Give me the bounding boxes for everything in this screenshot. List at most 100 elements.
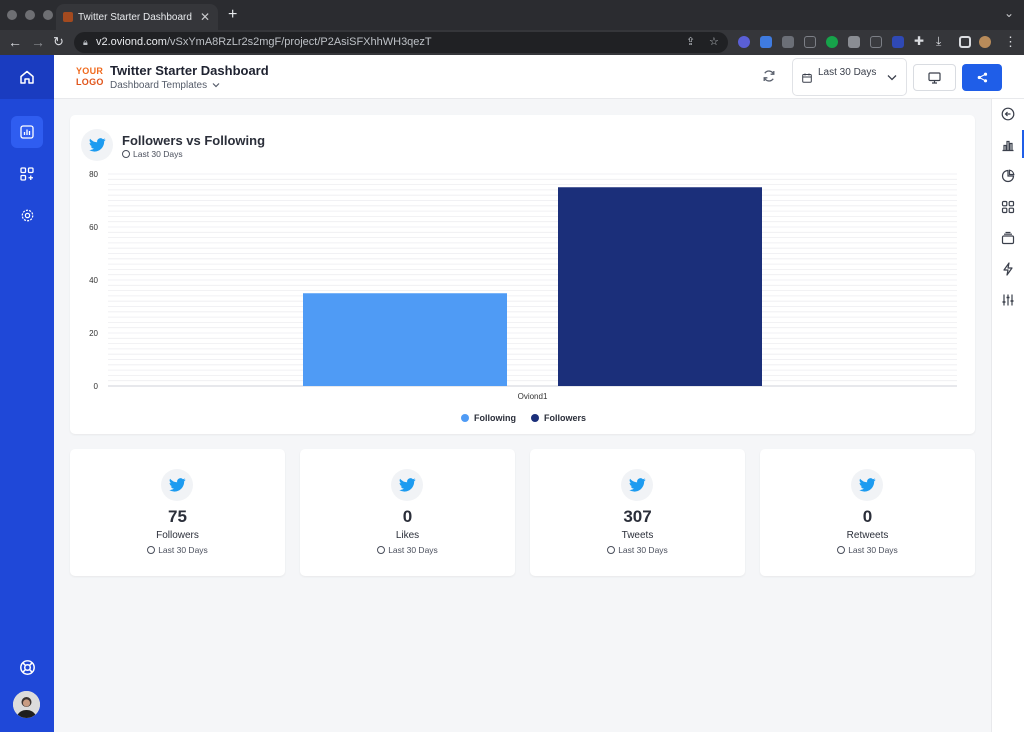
home-button[interactable] xyxy=(0,55,54,99)
extension-icon[interactable] xyxy=(782,36,794,48)
sliders-icon[interactable] xyxy=(1001,293,1015,307)
stat-label: Tweets xyxy=(621,530,654,541)
window-controls[interactable] xyxy=(7,10,53,20)
apps-add-icon xyxy=(20,167,34,181)
puzzle-extensions-icon[interactable]: ✚ xyxy=(914,34,924,48)
camera-icon[interactable] xyxy=(848,36,860,48)
date-range-label: Last 30 Days xyxy=(818,67,877,78)
back-arrow-icon[interactable]: ← xyxy=(8,34,22,50)
share-page-icon[interactable]: ⇪ xyxy=(686,32,695,53)
extension-icon[interactable] xyxy=(892,36,904,48)
stat-period-label: Last 30 Days xyxy=(618,545,668,555)
tab-bar: Twitter Starter Dashboard ✕ + ⌄ xyxy=(0,0,1024,30)
bar-chart-icon[interactable] xyxy=(1001,138,1015,152)
y-tick-label: 40 xyxy=(89,276,98,285)
user-avatar[interactable] xyxy=(13,691,40,718)
calendar-icon xyxy=(802,73,812,83)
layers-icon[interactable] xyxy=(1001,231,1015,245)
logo-line1: YOUR xyxy=(76,66,104,76)
user-photo-icon xyxy=(13,691,40,718)
download-icon[interactable]: ⤓ xyxy=(936,34,941,49)
bar-followers xyxy=(558,187,762,386)
bar-following xyxy=(303,293,507,386)
profile-avatar-icon[interactable] xyxy=(979,36,991,48)
twitter-bird-icon xyxy=(168,478,186,492)
pie-chart-icon[interactable] xyxy=(1001,169,1015,183)
stat-card-retweets: 0 Retweets Last 30 Days xyxy=(760,449,975,576)
sidebar-item-widgets[interactable] xyxy=(11,158,43,190)
stat-card-followers: 75 Followers Last 30 Days xyxy=(70,449,285,576)
extension-icon[interactable] xyxy=(760,36,772,48)
logo-line2: LOGO xyxy=(76,77,104,87)
chevron-down-icon xyxy=(887,75,897,81)
sidebar-item-reports[interactable] xyxy=(11,116,43,148)
stat-period-label: Last 30 Days xyxy=(848,545,898,555)
y-tick-label: 80 xyxy=(89,170,98,179)
url-domain: v2.oviond.com xyxy=(96,36,167,48)
twitter-bird-icon xyxy=(858,478,876,492)
dashboard-header: YOUR LOGO Twitter Starter Dashboard Dash… xyxy=(54,55,1024,99)
bar-chart-icon xyxy=(20,125,34,139)
chevron-down-icon xyxy=(212,83,220,88)
brand-logo: YOUR LOGO xyxy=(76,66,104,88)
lock-icon: 🔒︎ xyxy=(83,37,88,47)
extension-icon[interactable] xyxy=(870,36,882,48)
template-dropdown-label: Dashboard Templates xyxy=(110,80,208,91)
collapse-left-icon[interactable] xyxy=(1001,107,1015,121)
bookmark-star-icon[interactable]: ☆ xyxy=(709,32,719,53)
tab-favicon-icon xyxy=(63,12,73,22)
forward-arrow-icon[interactable]: → xyxy=(31,34,45,50)
tab-title: Twitter Starter Dashboard xyxy=(78,11,192,23)
app-sidebar xyxy=(0,55,54,732)
stat-period-label: Last 30 Days xyxy=(158,545,208,555)
globe-icon xyxy=(607,546,616,554)
twitter-bird-icon xyxy=(628,478,646,492)
stat-card-likes: 0 Likes Last 30 Days xyxy=(300,449,515,576)
grid-icon[interactable] xyxy=(1001,200,1015,214)
extension-icon[interactable] xyxy=(804,36,816,48)
y-tick-label: 20 xyxy=(89,329,98,338)
legend-label: Following xyxy=(474,413,516,423)
template-dropdown[interactable]: Dashboard Templates xyxy=(110,80,220,91)
twitter-badge xyxy=(391,469,423,501)
new-tab-icon[interactable]: + xyxy=(228,6,237,24)
grammarly-icon[interactable] xyxy=(826,36,838,48)
monitor-icon xyxy=(928,71,941,84)
preview-button[interactable] xyxy=(913,64,956,91)
bar-chart: 0 20 40 60 80 Oviond1 Following Followers xyxy=(89,170,957,423)
x-tick-label: Oviond1 xyxy=(518,392,548,401)
legend-marker xyxy=(461,414,469,422)
globe-icon xyxy=(377,546,386,554)
stat-period: Last 30 Days xyxy=(300,545,515,555)
url-path: /vSxYmA8RzLr2s2mgF/project/P2AsiSFXhhWH3… xyxy=(166,36,432,48)
address-bar[interactable]: 🔒︎ v2.oviond.com/vSxYmA8RzLr2s2mgF/proje… xyxy=(74,32,728,53)
tab-close-icon[interactable]: ✕ xyxy=(200,10,210,24)
sidebar-item-help[interactable] xyxy=(11,651,43,683)
stat-period: Last 30 Days xyxy=(530,545,745,555)
y-tick-label: 0 xyxy=(94,382,99,391)
share-button[interactable] xyxy=(962,64,1002,91)
date-range-picker[interactable]: Last 30 Days xyxy=(792,58,907,96)
lightning-icon[interactable] xyxy=(1001,262,1015,276)
gear-icon xyxy=(21,209,33,221)
stat-period: Last 30 Days xyxy=(70,545,285,555)
share-icon xyxy=(977,72,987,83)
stat-label: Likes xyxy=(395,530,420,541)
stat-value: 307 xyxy=(623,507,652,526)
side-panel-icon[interactable] xyxy=(959,36,971,48)
reload-icon[interactable]: ↻ xyxy=(53,34,64,50)
twitter-badge xyxy=(621,469,653,501)
browser-chrome: Twitter Starter Dashboard ✕ + ⌄ ← → ↻ 🔒︎… xyxy=(0,0,1024,55)
sidebar-item-settings[interactable] xyxy=(11,199,43,231)
stat-period-label: Last 30 Days xyxy=(388,545,438,555)
browser-menu-icon[interactable]: ⋮ xyxy=(1004,34,1017,50)
tab-search-chevron-icon[interactable]: ⌄ xyxy=(1004,6,1014,20)
browser-tab[interactable]: Twitter Starter Dashboard ✕ xyxy=(56,4,218,30)
legend-marker xyxy=(531,414,539,422)
extension-icon[interactable] xyxy=(738,36,750,48)
stat-card-tweets: 307 Tweets Last 30 Days xyxy=(530,449,745,576)
twitter-bird-icon xyxy=(398,478,416,492)
refresh-button[interactable] xyxy=(762,69,776,88)
twitter-badge xyxy=(851,469,883,501)
legend-label: Followers xyxy=(544,413,586,423)
